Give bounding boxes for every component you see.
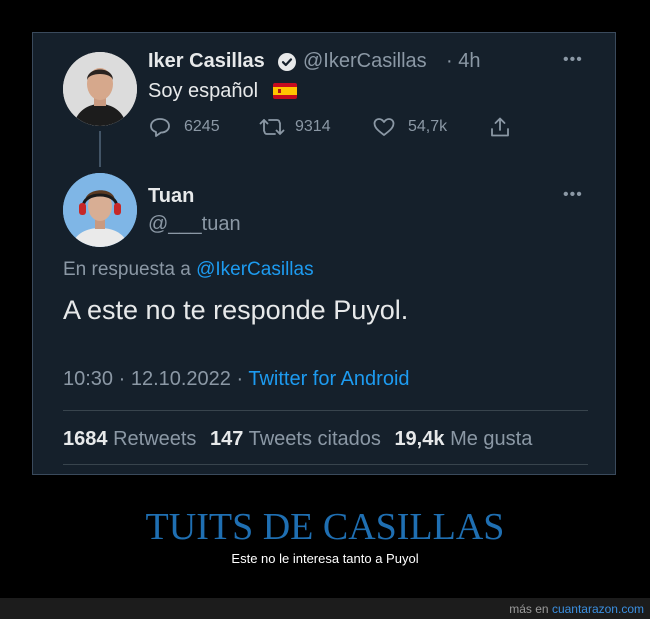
thread-connector-line: [99, 131, 101, 167]
reply-timestamp-line: 10:30 · 12.10.2022 · Twitter for Android: [63, 368, 410, 391]
footer-bar: más en cuantarazon.com: [0, 598, 650, 619]
verified-badge-icon: [278, 53, 296, 71]
tweet-text: Soy español: [148, 80, 259, 102]
retweet-icon: [259, 119, 285, 135]
avatar-iker-casillas[interactable]: [63, 52, 137, 126]
tweet-actions-bar: 6245 9314 54,7k: [148, 115, 518, 139]
reply-icon: [150, 118, 170, 137]
tweet-author-handle[interactable]: @IkerCasillas: [303, 50, 427, 73]
caption-subtitle: Este no le interesa tanto a Puyol: [231, 551, 419, 566]
retweets-label[interactable]: Retweets: [113, 428, 196, 450]
retweets-count[interactable]: 1684: [63, 428, 108, 450]
divider: [63, 410, 588, 411]
replying-to-line: En respuesta a @IkerCasillas: [63, 259, 314, 281]
reply-author-handle[interactable]: @___tuan: [148, 213, 241, 236]
more-options-icon[interactable]: •••: [563, 51, 583, 69]
reply-timestamp[interactable]: 10:30 · 12.10.2022 ·: [63, 368, 243, 390]
replying-to-link[interactable]: @IkerCasillas: [196, 259, 313, 280]
quotes-count[interactable]: 147: [210, 428, 243, 450]
avatar-tuan[interactable]: [63, 173, 137, 247]
reply-author-name[interactable]: Tuan: [148, 185, 194, 208]
replying-to-label: En respuesta a: [63, 259, 191, 280]
likes-count[interactable]: 19,4k: [394, 428, 444, 450]
tweet-time-ago[interactable]: · 4h: [446, 50, 480, 73]
more-options-icon[interactable]: •••: [563, 186, 583, 204]
footer-site-link[interactable]: cuantarazon.com: [552, 602, 644, 616]
reply-stats: 1684 Retweets 147 Tweets citados 19,4k M…: [63, 428, 532, 451]
quotes-label[interactable]: Tweets citados: [249, 428, 381, 450]
tweet-screenshot-frame: Iker Casillas @IkerCasillas · 4h ••• Soy…: [32, 32, 616, 475]
footer-prefix: más en: [509, 602, 549, 616]
reply-count: 6245: [184, 118, 220, 135]
tweet-author-name[interactable]: Iker Casillas: [148, 50, 265, 73]
retweet-count: 9314: [295, 118, 331, 135]
divider: [63, 464, 588, 465]
likes-label[interactable]: Me gusta: [450, 428, 532, 450]
spain-flag-icon: [273, 83, 297, 99]
share-icon: [491, 117, 509, 137]
like-count: 54,7k: [408, 118, 448, 135]
caption-title: TUITS DE CASILLAS: [145, 506, 505, 548]
reply-source-link[interactable]: Twitter for Android: [248, 368, 409, 390]
footer-text: más en cuantarazon.com: [509, 602, 644, 616]
heart-icon: [373, 118, 395, 136]
reply-text: A este no te responde Puyol.: [63, 295, 409, 325]
